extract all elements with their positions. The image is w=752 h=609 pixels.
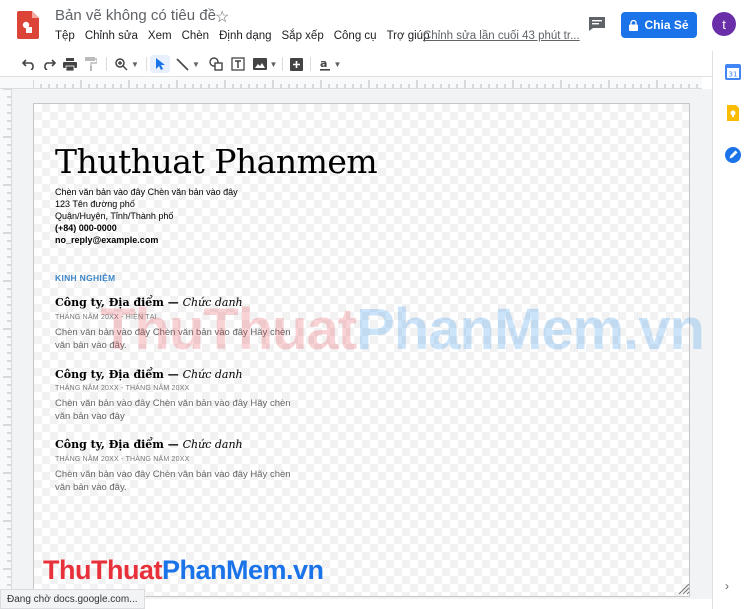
menu-tools[interactable]: Công cụ [334, 30, 377, 46]
job-company: Công ty, Địa điểm — [55, 438, 183, 451]
toolbar-divider [106, 57, 107, 71]
keep-icon[interactable] [725, 105, 741, 121]
watermark-part-a: ThuThuat [43, 555, 162, 585]
comment-icon[interactable] [588, 16, 606, 32]
line-icon[interactable]: ▼ [173, 55, 203, 73]
menu-format[interactable]: Định dạng [219, 30, 271, 46]
paint-format-icon[interactable] [82, 55, 100, 73]
menu-bar: Tệp Chỉnh sửa Xem Chèn Định dạng Sắp xếp… [55, 30, 439, 46]
resize-grip-icon[interactable] [678, 583, 690, 595]
toolbar-divider [146, 57, 147, 71]
side-panel: 31 › [712, 51, 752, 609]
menu-arrange[interactable]: Sắp xếp [282, 30, 324, 46]
zoom-icon[interactable]: ▼ [112, 55, 142, 73]
status-bar: Đang chờ docs.google.com... [0, 589, 145, 609]
calendar-icon[interactable]: 31 [725, 64, 741, 80]
horizontal-ruler [33, 77, 702, 89]
drawings-logo-icon[interactable] [17, 11, 39, 39]
vertical-ruler [0, 89, 12, 589]
last-edit-link[interactable]: Chỉnh sửa lần cuối 43 phút tr... [423, 30, 580, 42]
svg-text:a: a [320, 57, 327, 70]
menu-insert[interactable]: Chèn [182, 30, 210, 46]
resume-address-line[interactable]: 123 Tên đường phố [55, 199, 135, 209]
select-icon[interactable] [150, 55, 170, 73]
share-label: Chia Sẻ [644, 18, 689, 32]
watermark-part-b: PhanMem.vn [161, 555, 324, 585]
share-button[interactable]: Chia Sẻ [621, 12, 697, 38]
resume-phone[interactable]: (+84) 000-0000 [55, 223, 117, 233]
resume-email[interactable]: no_reply@example.com [55, 235, 158, 245]
job-date[interactable]: THÁNG NĂM 20XX - THÁNG NĂM 20XX [55, 456, 189, 463]
undo-icon[interactable] [20, 55, 38, 73]
watermark-bottom: ThuThuatPhanMem.vn [43, 555, 324, 586]
textbox-icon[interactable] [229, 55, 247, 73]
job-description[interactable]: Chèn văn bản vào đây Chèn văn bản vào đâ… [55, 468, 295, 494]
star-icon[interactable]: ☆ [215, 7, 229, 27]
ruler-corner [0, 77, 33, 89]
watermark-center: ThuThuatPhanMem.vn [100, 296, 705, 363]
job-role: Chức danh [182, 368, 243, 381]
toolbar-divider [282, 57, 283, 71]
new-slide-icon[interactable] [287, 55, 305, 73]
tasks-icon[interactable] [725, 147, 741, 163]
job-description[interactable]: Chèn văn bản vào đây Chèn văn bản vào đâ… [55, 397, 295, 423]
expand-side-panel-icon[interactable]: › [725, 579, 729, 593]
watermark-part-a: ThuThuat [100, 297, 357, 362]
section-heading-experience[interactable]: KINH NGHIỆM [55, 273, 115, 283]
redo-icon[interactable] [40, 55, 58, 73]
image-icon[interactable]: ▼ [251, 55, 279, 73]
shape-icon[interactable] [207, 55, 225, 73]
resume-info-line[interactable]: Chèn văn bản vào đây Chèn văn bản vào đâ… [55, 187, 238, 197]
job-role: Chức danh [182, 438, 243, 451]
menu-edit[interactable]: Chỉnh sửa [85, 30, 138, 46]
menu-file[interactable]: Tệp [55, 30, 75, 46]
job-date[interactable]: THÁNG NĂM 20XX - THÁNG NĂM 20XX [55, 385, 189, 392]
wordart-icon[interactable]: a ▼ [316, 55, 344, 73]
menu-view[interactable]: Xem [148, 30, 172, 46]
avatar[interactable]: t [712, 12, 736, 36]
app-header: Bản vẽ không có tiêu đề ☆ Tệp Chỉnh sửa … [0, 0, 752, 51]
print-icon[interactable] [61, 55, 79, 73]
resume-city-line[interactable]: Quận/Huyện, Tỉnh/Thành phố [55, 211, 173, 221]
watermark-part-b: PhanMem.vn [356, 297, 705, 362]
lock-icon [629, 19, 639, 31]
resume-name[interactable]: Thuthuat Phanmem [55, 142, 378, 181]
job-title[interactable]: Công ty, Địa điểm — Chức danh [55, 368, 243, 381]
calendar-day: 31 [729, 71, 738, 79]
job-company: Công ty, Địa điểm — [55, 368, 183, 381]
toolbar: ▼ ▼ ▼ a ▼ ︿ [0, 51, 712, 123]
toolbar-divider [310, 57, 311, 71]
document-title[interactable]: Bản vẽ không có tiêu đề [55, 7, 216, 24]
job-title[interactable]: Công ty, Địa điểm — Chức danh [55, 438, 243, 451]
